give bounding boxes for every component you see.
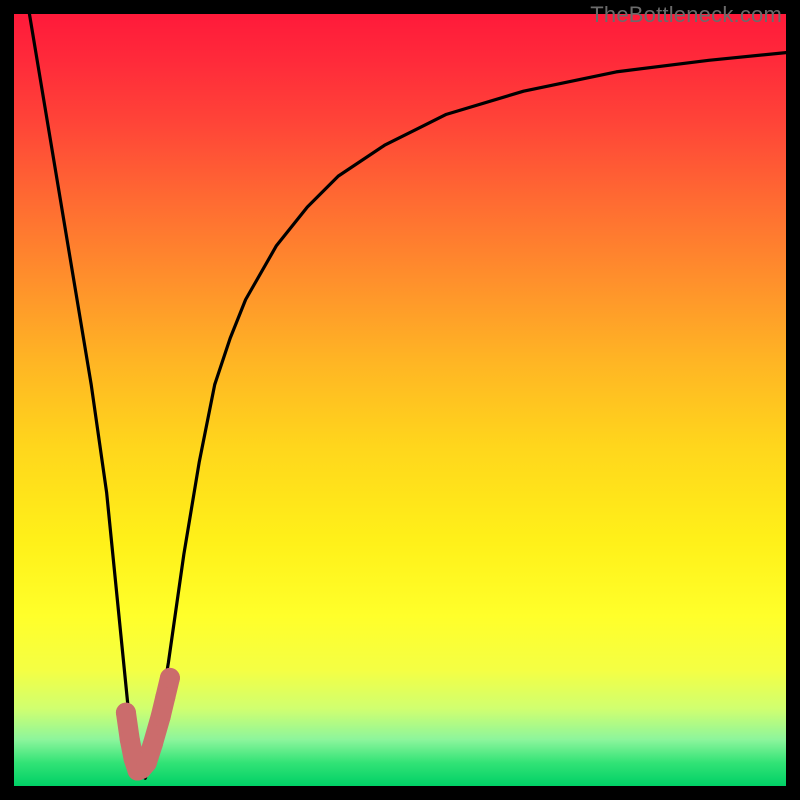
- marker-dot: [151, 707, 171, 727]
- marker-dot: [143, 734, 163, 754]
- marker-dot: [160, 668, 180, 688]
- bottleneck-curve: [29, 14, 786, 778]
- bottleneck-chart: [14, 14, 786, 786]
- marker-dot: [155, 687, 175, 707]
- plot-area: [14, 14, 786, 786]
- chart-frame: TheBottleneck.com: [0, 0, 800, 800]
- marker-dot: [137, 753, 157, 773]
- watermark-text: TheBottleneck.com: [590, 2, 782, 28]
- marker-dot: [120, 730, 140, 750]
- marker-dot: [116, 703, 136, 723]
